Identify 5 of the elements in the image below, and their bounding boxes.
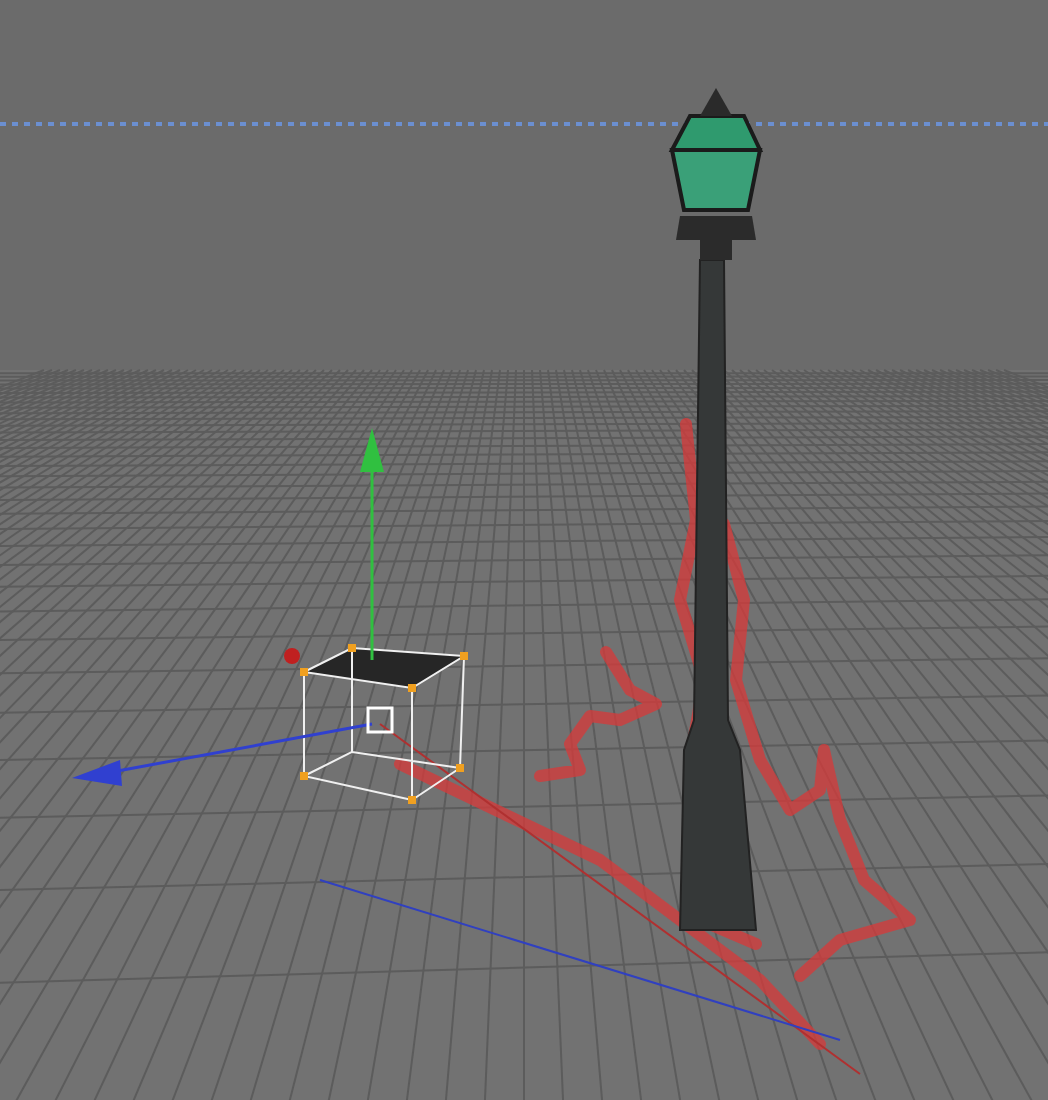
pivot-handle[interactable] (366, 706, 394, 734)
cube-wireframe[interactable] (300, 644, 468, 804)
y-axis-arrow[interactable] (360, 428, 384, 660)
x-axis-handle[interactable] (284, 648, 300, 664)
z-axis-arrow[interactable] (72, 722, 373, 786)
